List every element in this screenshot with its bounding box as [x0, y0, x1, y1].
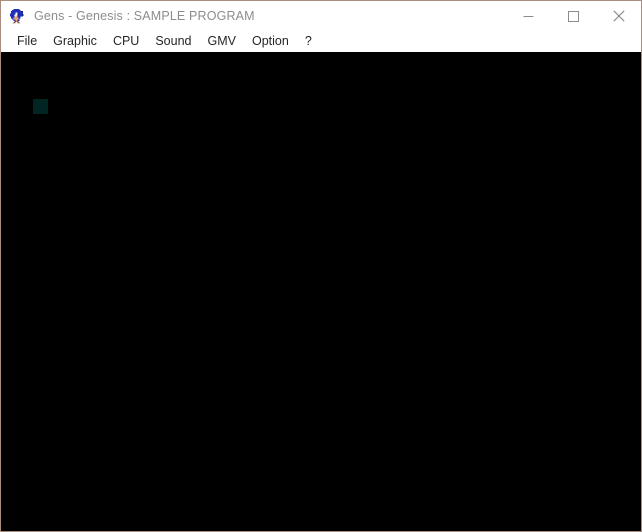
- close-button[interactable]: [596, 1, 641, 31]
- minimize-icon: [523, 15, 534, 17]
- menu-item-option[interactable]: Option: [244, 31, 297, 52]
- window-controls: [506, 1, 641, 31]
- menu-item-gmv[interactable]: GMV: [200, 31, 244, 52]
- minimize-button[interactable]: [506, 1, 551, 31]
- gens-emulator-window: Gens - Genesis : SAMPLE PROGRAM File Gra…: [0, 0, 642, 532]
- menu-item-help[interactable]: ?: [297, 31, 320, 52]
- title-bar[interactable]: Gens - Genesis : SAMPLE PROGRAM: [1, 1, 641, 31]
- menu-item-cpu[interactable]: CPU: [105, 31, 147, 52]
- teal-square-sprite: [33, 99, 48, 114]
- maximize-button[interactable]: [551, 1, 596, 31]
- menu-item-sound[interactable]: Sound: [147, 31, 199, 52]
- menu-item-file[interactable]: File: [9, 31, 45, 52]
- emulator-viewport[interactable]: [1, 52, 641, 531]
- menu-item-graphic[interactable]: Graphic: [45, 31, 105, 52]
- maximize-icon: [568, 10, 579, 22]
- window-title: Gens - Genesis : SAMPLE PROGRAM: [34, 9, 255, 23]
- close-icon: [612, 10, 625, 22]
- sonic-hedgehog-icon[interactable]: [9, 8, 26, 25]
- menu-bar: File Graphic CPU Sound GMV Option ?: [1, 31, 641, 52]
